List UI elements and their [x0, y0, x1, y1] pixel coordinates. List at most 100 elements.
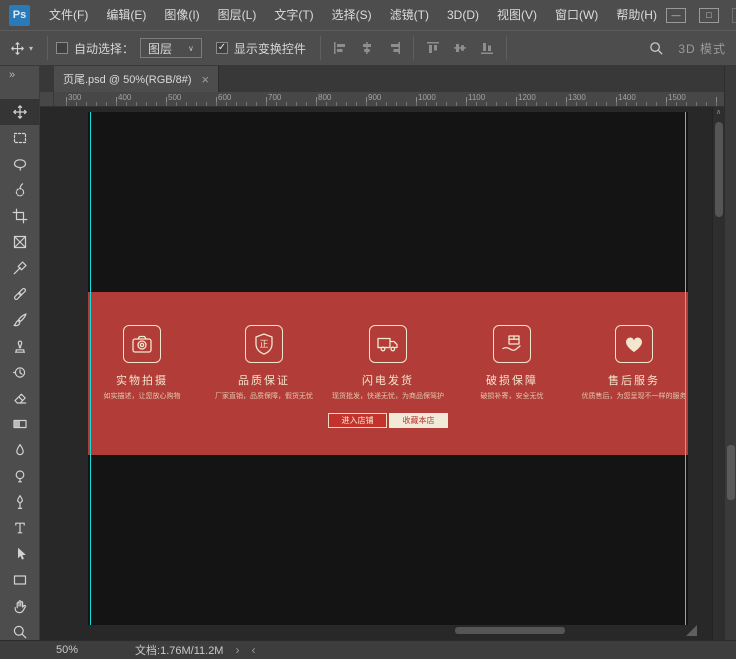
tool-lasso[interactable] — [0, 151, 40, 177]
tool-rectangle[interactable] — [0, 567, 40, 593]
guide-line-left — [90, 112, 91, 625]
panel-dock-handle[interactable] — [727, 445, 735, 500]
chevron-left-icon[interactable]: ‹ — [251, 644, 255, 656]
search-icon[interactable] — [649, 41, 664, 56]
brush-icon — [12, 312, 28, 328]
magnifier-icon — [12, 624, 28, 640]
tool-frame[interactable] — [0, 229, 40, 255]
artwork-enter-shop-button: 进入店铺 — [328, 413, 387, 428]
align-left-icon[interactable] — [333, 41, 347, 55]
align-center-horizontal-icon[interactable] — [360, 41, 374, 55]
ruler-tick-label: 600 — [216, 93, 266, 102]
menu-item[interactable]: 图像(I) — [155, 0, 208, 30]
show-transform-checkbox[interactable]: ✓ — [216, 42, 228, 54]
workspace-3d-mode-button[interactable]: 3D 模式 — [678, 40, 726, 57]
ruler-tick-label: 1300 — [566, 93, 616, 102]
ruler-tick-label: 1500 — [666, 93, 716, 102]
auto-select-value: 图层 — [148, 40, 172, 57]
auto-select-checkbox[interactable] — [56, 42, 68, 54]
move-icon — [10, 41, 25, 56]
tool-rectangular-marquee[interactable] — [0, 125, 40, 151]
auto-select-label: 自动选择： — [74, 40, 134, 57]
menu-item[interactable]: 视图(V) — [488, 0, 546, 30]
feature-title: 实物拍摄 — [88, 372, 196, 388]
align-middle-vertical-icon[interactable] — [453, 41, 467, 55]
tool-dodge[interactable] — [0, 463, 40, 489]
frame-icon — [12, 234, 28, 250]
panel-dock-strip[interactable] — [724, 66, 736, 640]
vertical-scrollbar[interactable]: ∧ — [712, 107, 724, 640]
tool-preset-picker[interactable]: ▾ — [0, 41, 39, 56]
document-tab[interactable]: 页尾.psd @ 50%(RGB/8#) × — [54, 66, 219, 92]
auto-select-target-dropdown[interactable]: 图层 ∨ — [140, 38, 202, 58]
tool-path-selection[interactable] — [0, 541, 40, 567]
tool-type[interactable] — [0, 515, 40, 541]
canvas-viewport[interactable]: 实物拍摄 如实描述，让您放心购物 正 品质保证 厂家直销，品质保障，假货无忧 闪… — [40, 107, 724, 640]
selection-arrow-icon — [12, 546, 28, 562]
tool-brush[interactable] — [0, 307, 40, 333]
separator — [413, 36, 414, 60]
vertical-scrollbar-thumb[interactable] — [715, 122, 723, 217]
menu-item[interactable]: 3D(D) — [438, 0, 488, 30]
toolstrip-expand-button[interactable]: » — [0, 66, 39, 86]
tool-eyedropper[interactable] — [0, 255, 40, 281]
feature-title: 闪电发货 — [332, 372, 444, 388]
menu-item[interactable]: 窗口(W) — [546, 0, 607, 30]
ruler-tick-label: 1200 — [516, 93, 566, 102]
chevron-right-icon[interactable]: › — [235, 644, 239, 656]
feature-subtitle: 破损补寄，安全无忧 — [458, 391, 566, 401]
eraser-icon — [12, 390, 28, 406]
close-button[interactable]: ✕ — [732, 8, 736, 23]
ruler-tick-label: 1000 — [416, 93, 466, 102]
minimize-button[interactable]: — — [666, 8, 686, 23]
scroll-up-arrow-icon[interactable]: ∧ — [713, 107, 724, 119]
tool-clone-stamp[interactable] — [0, 333, 40, 359]
menu-item[interactable]: 帮助(H) — [607, 0, 666, 30]
ruler-tick-label: 800 — [316, 93, 366, 102]
chevron-down-icon: ▾ — [29, 44, 33, 53]
document-size-info[interactable]: 文档:1.76M/11.2M — [135, 642, 223, 658]
resize-grip-icon[interactable] — [686, 625, 697, 636]
menu-item[interactable]: 文字(T) — [265, 0, 322, 30]
align-horizontal-group — [333, 41, 401, 55]
menu-item[interactable]: 选择(S) — [323, 0, 381, 30]
menu-item[interactable]: 文件(F) — [40, 0, 97, 30]
horizontal-ruler[interactable]: 3004005006007008009001000110012001300140… — [40, 92, 724, 107]
ruler-tick-label: 900 — [366, 93, 416, 102]
camera-icon — [123, 325, 161, 363]
ruler-tick-label: 1400 — [616, 93, 666, 102]
align-right-icon[interactable] — [387, 41, 401, 55]
tool-hand[interactable] — [0, 593, 40, 619]
align-bottom-icon[interactable] — [480, 41, 494, 55]
artwork-feature-item: 正 品质保证 厂家直销，品质保障，假货无忧 — [210, 325, 318, 401]
clone-stamp-icon — [12, 338, 28, 354]
zoom-level-field[interactable]: 50% — [56, 644, 78, 656]
tool-history-brush[interactable] — [0, 359, 40, 385]
tab-close-icon[interactable]: × — [202, 73, 210, 86]
maximize-button[interactable]: □ — [699, 8, 719, 23]
feature-subtitle: 优质售后，为您呈现不一样的服务 — [580, 391, 688, 401]
menu-item[interactable]: 滤镜(T) — [381, 0, 438, 30]
tool-quick-selection[interactable] — [0, 177, 40, 203]
tool-blur[interactable] — [0, 437, 40, 463]
align-top-icon[interactable] — [426, 41, 440, 55]
window-controls: — □ ✕ — [666, 8, 736, 23]
menu-item[interactable]: 编辑(E) — [97, 0, 155, 30]
tool-move[interactable] — [0, 99, 40, 125]
tool-spot-healing-brush[interactable] — [0, 281, 40, 307]
artwork-feature-item: 破损保障 破损补寄，安全无忧 — [458, 325, 566, 401]
ruler-tick-labels: 3004005006007008009001000110012001300140… — [66, 93, 716, 102]
document-canvas[interactable]: 实物拍摄 如实描述，让您放心购物 正 品质保证 厂家直销，品质保障，假货无忧 闪… — [88, 112, 688, 625]
horizontal-scrollbar-thumb[interactable] — [455, 627, 565, 634]
tool-eraser[interactable] — [0, 385, 40, 411]
tool-crop[interactable] — [0, 203, 40, 229]
menu-bar: 文件(F)编辑(E)图像(I)图层(L)文字(T)选择(S)滤镜(T)3D(D)… — [40, 0, 666, 30]
tool-pen[interactable] — [0, 489, 40, 515]
dodge-icon — [12, 468, 28, 484]
artwork-favorite-shop-button: 收藏本店 — [389, 413, 448, 428]
tool-zoom[interactable] — [0, 619, 40, 640]
hand-icon — [12, 598, 28, 614]
title-bar: Ps 文件(F)编辑(E)图像(I)图层(L)文字(T)选择(S)滤镜(T)3D… — [0, 0, 736, 30]
tool-gradient[interactable] — [0, 411, 40, 437]
menu-item[interactable]: 图层(L) — [209, 0, 266, 30]
